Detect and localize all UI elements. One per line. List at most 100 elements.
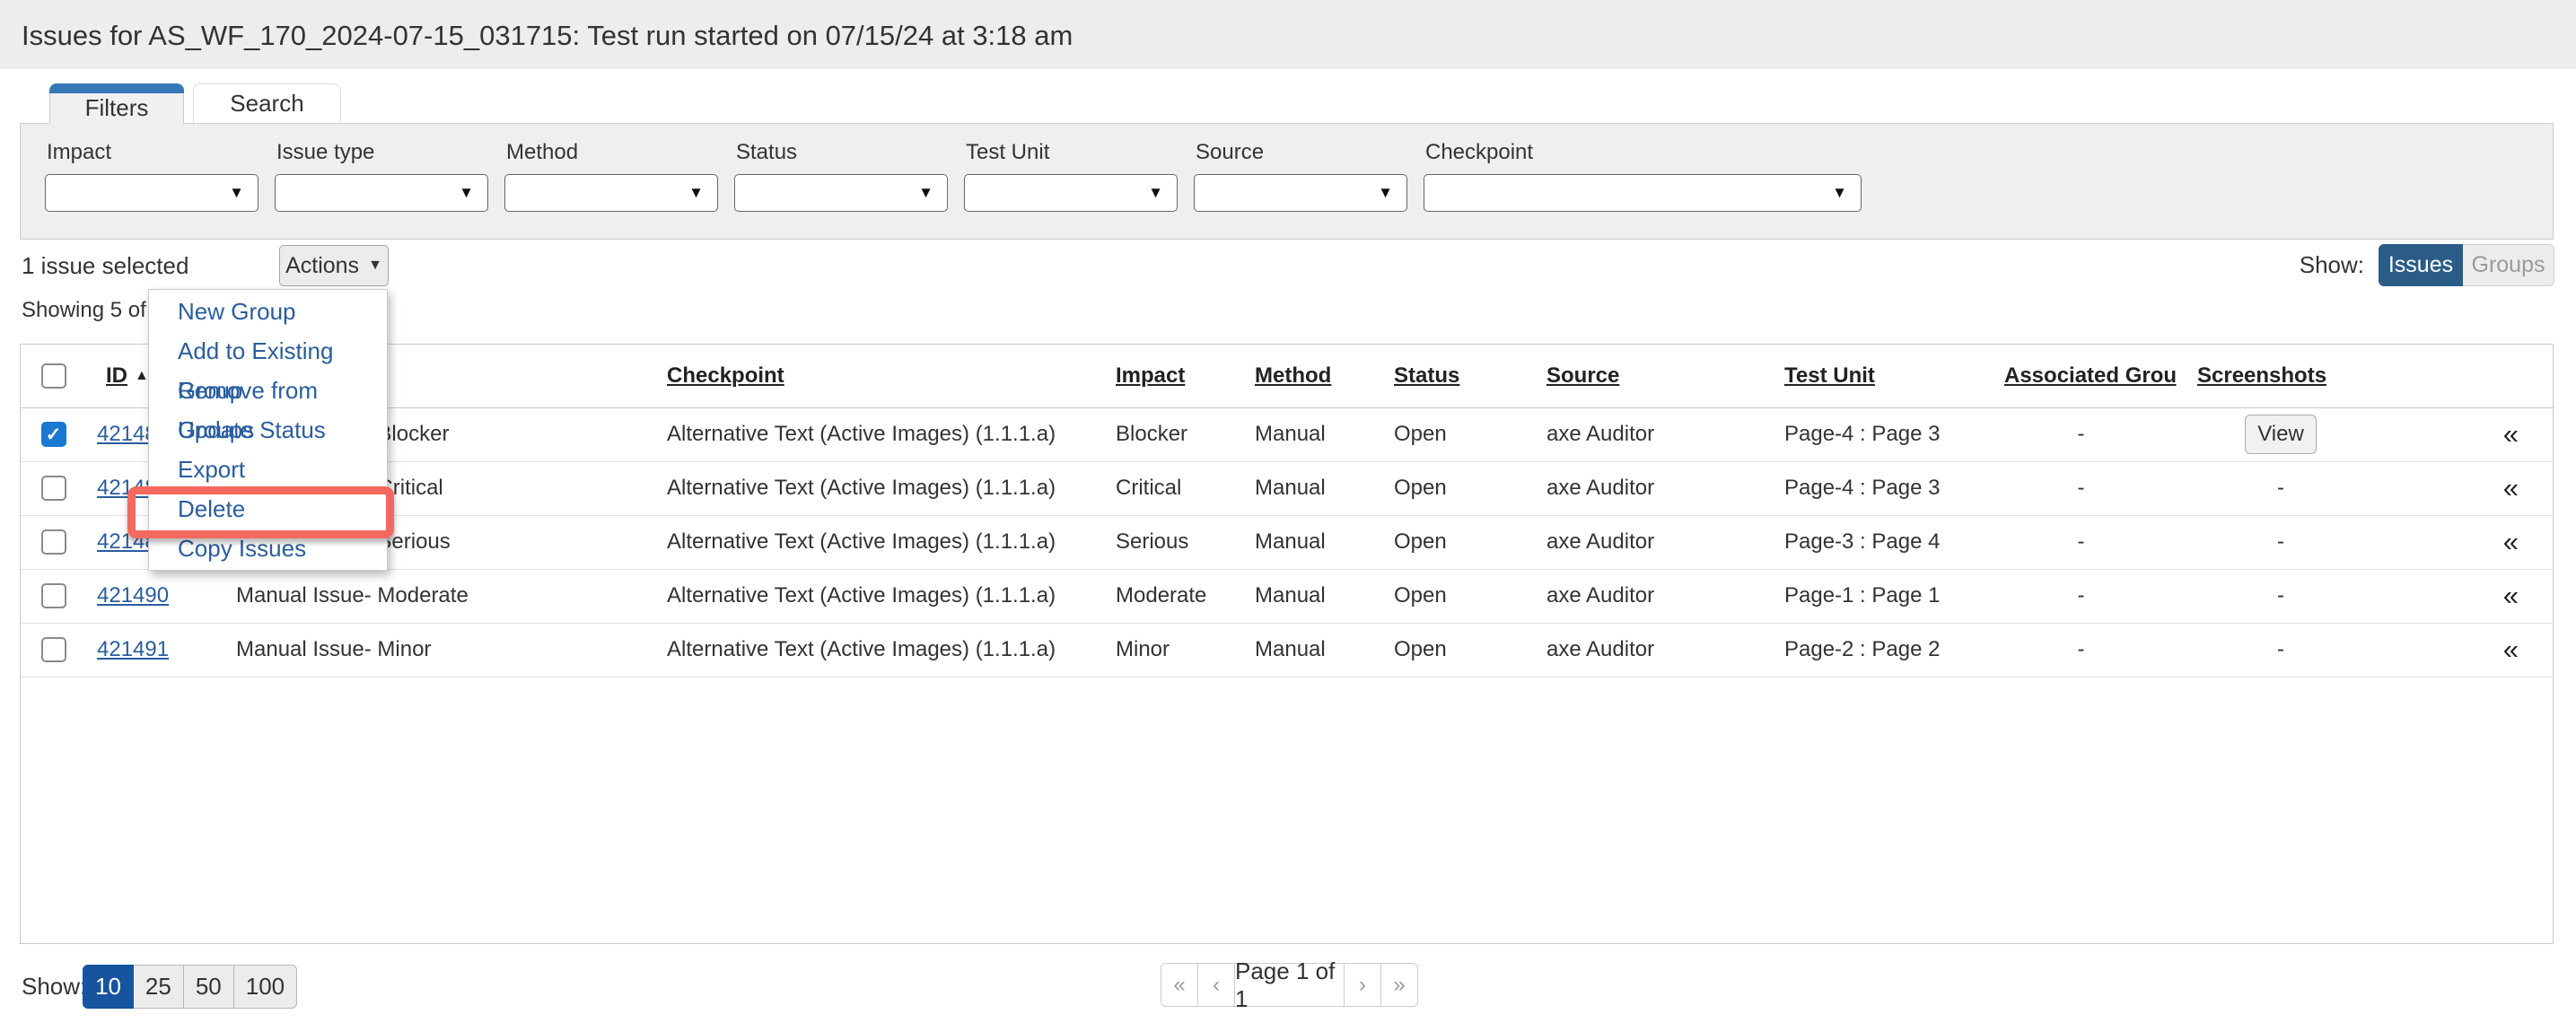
issue-type-select[interactable]: ▼ xyxy=(275,174,488,212)
show-toggle-label: Show: xyxy=(2300,251,2364,279)
caret-down-icon: ▼ xyxy=(1832,184,1847,202)
filter-checkpoint-label: Checkpoint xyxy=(1425,140,1862,165)
row-checkbox[interactable]: ✓ xyxy=(41,476,66,501)
first-page-button[interactable]: « xyxy=(1161,963,1198,1007)
next-page-button[interactable]: › xyxy=(1344,963,1381,1007)
page-size-group: 10 25 50 100 xyxy=(83,965,297,1009)
menu-item-remove-from-groups[interactable]: Remove from Groups xyxy=(149,371,387,410)
source-select[interactable]: ▼ xyxy=(1194,174,1407,212)
filter-panel: Impact ▼ Issue type ▼ Method ▼ Status xyxy=(20,123,2554,240)
tab-search[interactable]: Search xyxy=(193,83,341,123)
issue-test-unit-cell: Page-1 : Page 1 xyxy=(1765,569,1985,623)
issue-associated-groups-cell: - xyxy=(1985,569,2177,623)
last-page-button[interactable]: » xyxy=(1380,963,1418,1007)
issue-screenshots-cell: - xyxy=(2177,461,2384,515)
page-size-50-button[interactable]: 50 xyxy=(183,965,234,1009)
header-impact[interactable]: Impact xyxy=(1116,363,1185,388)
issue-checkpoint-cell: Alternative Text (Active Images) (1.1.1.… xyxy=(647,623,1096,677)
chevron-double-left-icon[interactable]: « xyxy=(2503,418,2519,450)
issue-method-cell: Manual xyxy=(1235,407,1374,461)
caret-down-icon: ▼ xyxy=(368,258,382,274)
chevron-left-icon: ‹ xyxy=(1213,973,1220,998)
row-checkbox[interactable]: ✓ xyxy=(41,422,66,447)
caret-down-icon: ▼ xyxy=(1148,184,1163,202)
filter-issue-type: Issue type ▼ xyxy=(275,140,488,239)
row-checkbox[interactable]: ✓ xyxy=(41,583,66,608)
header-method[interactable]: Method xyxy=(1255,363,1331,388)
caret-down-icon: ▼ xyxy=(918,184,933,202)
issue-impact-cell: Critical xyxy=(1096,461,1235,515)
method-select[interactable]: ▼ xyxy=(504,174,718,212)
issue-test-unit-cell: Page-4 : Page 3 xyxy=(1765,407,1985,461)
show-issues-label: Issues xyxy=(2388,252,2453,278)
issue-screenshots-cell: - xyxy=(2177,515,2384,569)
row-checkbox[interactable]: ✓ xyxy=(41,529,66,555)
header-associated-groups[interactable]: Associated Groups xyxy=(2004,363,2177,388)
tab-filters[interactable]: Filters xyxy=(49,83,184,124)
chevron-double-left-icon[interactable]: « xyxy=(2503,472,2519,503)
view-screenshot-button[interactable]: View xyxy=(2245,415,2317,454)
page-size-25-button[interactable]: 25 xyxy=(133,965,184,1009)
header-source[interactable]: Source xyxy=(1546,363,1619,388)
page-title: Issues for AS_WF_170_2024-07-15_031715: … xyxy=(0,0,2576,71)
page-size-100-button[interactable]: 100 xyxy=(233,965,297,1009)
selection-count-text: 1 issue selected xyxy=(22,245,188,286)
issue-method-cell: Manual xyxy=(1235,515,1374,569)
issue-screenshots-cell: - xyxy=(2177,569,2384,623)
filter-method: Method ▼ xyxy=(504,140,718,239)
page-size-10-button[interactable]: 10 xyxy=(83,965,134,1009)
header-test-unit[interactable]: Test Unit xyxy=(1784,363,1875,388)
caret-down-icon: ▼ xyxy=(459,184,474,202)
caret-down-icon: ▼ xyxy=(229,184,244,202)
table-row: ✓ 421490 Manual Issue- Moderate Alternat… xyxy=(21,569,2554,623)
actions-button[interactable]: Actions ▼ xyxy=(279,245,389,286)
issue-status-cell: Open xyxy=(1374,461,1527,515)
chevron-double-left-icon[interactable]: « xyxy=(2503,580,2519,611)
header-checkpoint[interactable]: Checkpoint xyxy=(667,363,784,388)
table-row: ✓ 421487 Manual Issue- Blocker Alternati… xyxy=(21,407,2554,461)
show-groups-button[interactable]: Groups xyxy=(2463,244,2554,286)
show-issues-button[interactable]: Issues xyxy=(2379,244,2463,286)
table-row: ✓ 421491 Manual Issue- Minor Alternative… xyxy=(21,623,2554,677)
header-screenshots[interactable]: Screenshots xyxy=(2197,363,2326,388)
select-all-checkbox[interactable]: ✓ xyxy=(41,363,66,389)
menu-item-copy-issues[interactable]: Copy Issues xyxy=(149,529,387,568)
header-id[interactable]: ID xyxy=(106,363,127,388)
table-row: ✓ 421489 Manual Issue- Serious Alternati… xyxy=(21,515,2554,569)
header-status[interactable]: Status xyxy=(1394,363,1459,388)
issue-checkpoint-cell: Alternative Text (Active Images) (1.1.1.… xyxy=(647,569,1096,623)
chevron-double-left-icon[interactable]: « xyxy=(2503,526,2519,557)
filter-test-unit-label: Test Unit xyxy=(966,140,1178,165)
menu-item-add-to-existing-group[interactable]: Add to Existing Group xyxy=(149,331,387,371)
chevron-double-left-icon[interactable]: « xyxy=(2503,634,2519,665)
issue-checkpoint-cell: Alternative Text (Active Images) (1.1.1.… xyxy=(647,407,1096,461)
issue-test-unit-cell: Page-2 : Page 2 xyxy=(1765,623,1985,677)
filter-impact: Impact ▼ xyxy=(45,140,258,239)
menu-item-update-status[interactable]: Update Status xyxy=(149,410,387,450)
previous-page-button[interactable]: ‹ xyxy=(1197,963,1235,1007)
page-size-50-label: 50 xyxy=(196,973,222,1001)
issue-method-cell: Manual xyxy=(1235,569,1374,623)
status-select[interactable]: ▼ xyxy=(734,174,948,212)
issue-impact-cell: Minor xyxy=(1096,623,1235,677)
menu-item-delete[interactable]: Delete xyxy=(149,489,387,529)
checkpoint-select[interactable]: ▼ xyxy=(1424,174,1862,212)
impact-select[interactable]: ▼ xyxy=(45,174,258,212)
active-tab-accent-bar xyxy=(49,83,184,93)
issue-test-unit-cell: Page-4 : Page 3 xyxy=(1765,461,1985,515)
issue-associated-groups-cell: - xyxy=(1985,515,2177,569)
issue-id-link[interactable]: 421491 xyxy=(97,637,169,661)
issue-test-unit-cell: Page-3 : Page 4 xyxy=(1765,515,1985,569)
menu-item-export[interactable]: Export xyxy=(149,450,387,489)
issue-id-link[interactable]: 421490 xyxy=(97,583,169,608)
issue-name-cell: Manual Issue- Minor xyxy=(216,623,647,677)
issue-name-cell: Manual Issue- Moderate xyxy=(216,569,647,623)
page-size-100-label: 100 xyxy=(246,973,285,1001)
table-row: ✓ 421488 Manual Issue- Critical Alternat… xyxy=(21,461,2554,515)
issue-associated-groups-cell: - xyxy=(1985,407,2177,461)
row-checkbox[interactable]: ✓ xyxy=(41,637,66,662)
menu-item-new-group[interactable]: New Group xyxy=(149,292,387,331)
test-unit-select[interactable]: ▼ xyxy=(964,174,1178,212)
issue-status-cell: Open xyxy=(1374,515,1527,569)
issue-status-cell: Open xyxy=(1374,623,1527,677)
